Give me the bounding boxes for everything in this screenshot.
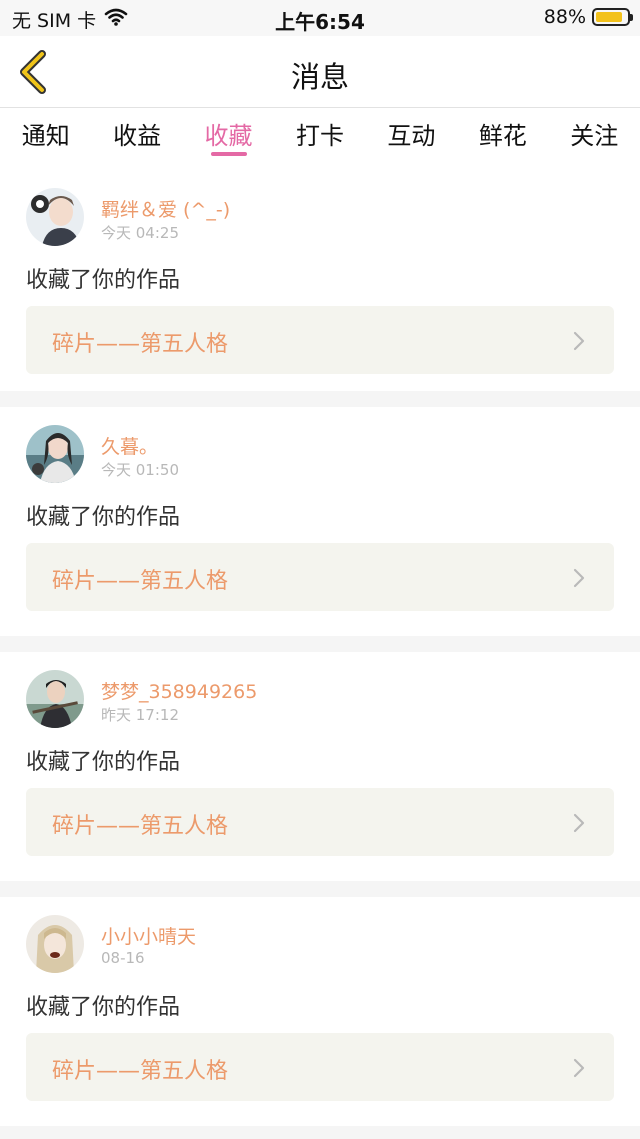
chevron-right-icon bbox=[573, 568, 585, 588]
message-card: 羁绊＆爱 (^_-) 今天 04:25 收藏了你的作品 碎片——第五人格 bbox=[0, 170, 640, 407]
work-link[interactable]: 碎片——第五人格 bbox=[26, 306, 614, 374]
message-list: 羁绊＆爱 (^_-) 今天 04:25 收藏了你的作品 碎片——第五人格 久暮。… bbox=[0, 170, 640, 1139]
work-title: 碎片——第五人格 bbox=[52, 1059, 229, 1084]
avatar[interactable] bbox=[26, 425, 84, 483]
avatar[interactable] bbox=[26, 670, 84, 728]
battery-icon bbox=[592, 8, 633, 26]
work-link[interactable]: 碎片——第五人格 bbox=[26, 543, 614, 611]
avatar[interactable] bbox=[26, 915, 84, 973]
tab-earnings[interactable]: 收益 bbox=[91, 108, 182, 170]
action-text: 收藏了你的作品 bbox=[26, 995, 181, 1020]
action-text: 收藏了你的作品 bbox=[26, 750, 181, 775]
tab-favorites[interactable]: 收藏 bbox=[183, 108, 274, 170]
tab-notifications[interactable]: 通知 bbox=[0, 108, 91, 170]
chevron-right-icon bbox=[573, 813, 585, 833]
username[interactable]: 梦梦_358949265 bbox=[101, 677, 257, 704]
action-text: 收藏了你的作品 bbox=[26, 505, 181, 530]
message-card: 小小小晴天 08-16 收藏了你的作品 碎片——第五人格 bbox=[0, 897, 640, 1139]
message-card: 梦梦_358949265 昨天 17:12 收藏了你的作品 碎片——第五人格 bbox=[0, 652, 640, 897]
status-bar: 无 SIM 卡 上午6:54 88% bbox=[0, 0, 640, 36]
chevron-right-icon bbox=[573, 1058, 585, 1078]
timestamp: 今天 01:50 bbox=[101, 461, 179, 479]
work-link[interactable]: 碎片——第五人格 bbox=[26, 1033, 614, 1101]
username[interactable]: 久暮。 bbox=[101, 432, 158, 459]
timestamp: 08-16 bbox=[101, 949, 145, 967]
work-link[interactable]: 碎片——第五人格 bbox=[26, 788, 614, 856]
tab-checkin[interactable]: 打卡 bbox=[274, 108, 365, 170]
timestamp: 昨天 17:12 bbox=[101, 706, 179, 724]
tab-following[interactable]: 关注 bbox=[549, 108, 640, 170]
message-card: 久暮。 今天 01:50 收藏了你的作品 碎片——第五人格 bbox=[0, 407, 640, 652]
tab-interaction[interactable]: 互动 bbox=[366, 108, 457, 170]
username[interactable]: 羁绊＆爱 (^_-) bbox=[101, 195, 230, 222]
tab-bar: 通知 收益 收藏 打卡 互动 鲜花 关注 bbox=[0, 108, 640, 170]
avatar[interactable] bbox=[26, 188, 84, 246]
nav-bar: 消息 bbox=[0, 36, 640, 108]
work-title: 碎片——第五人格 bbox=[52, 814, 229, 839]
battery-percent: 88% bbox=[543, 6, 586, 28]
tab-flowers[interactable]: 鲜花 bbox=[457, 108, 548, 170]
work-title: 碎片——第五人格 bbox=[52, 569, 229, 594]
action-text: 收藏了你的作品 bbox=[26, 268, 181, 293]
username[interactable]: 小小小晴天 bbox=[101, 922, 196, 949]
status-right: 88% bbox=[543, 6, 633, 28]
work-title: 碎片——第五人格 bbox=[52, 332, 229, 357]
chevron-right-icon bbox=[573, 331, 585, 351]
page-title: 消息 bbox=[290, 60, 349, 94]
timestamp: 今天 04:25 bbox=[101, 224, 179, 242]
